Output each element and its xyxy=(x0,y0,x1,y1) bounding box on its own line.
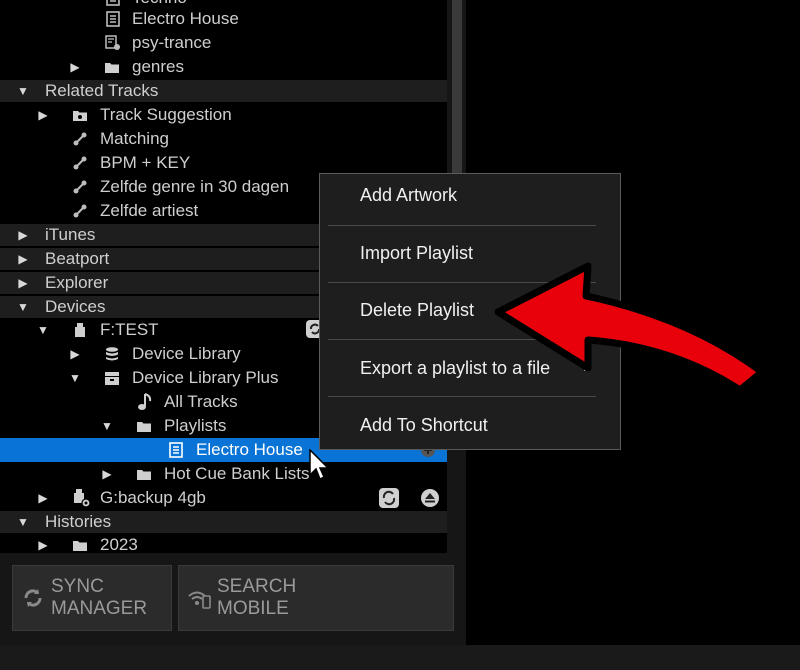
annotation-arrow-icon xyxy=(494,262,766,394)
mouse-cursor-icon xyxy=(309,449,330,481)
